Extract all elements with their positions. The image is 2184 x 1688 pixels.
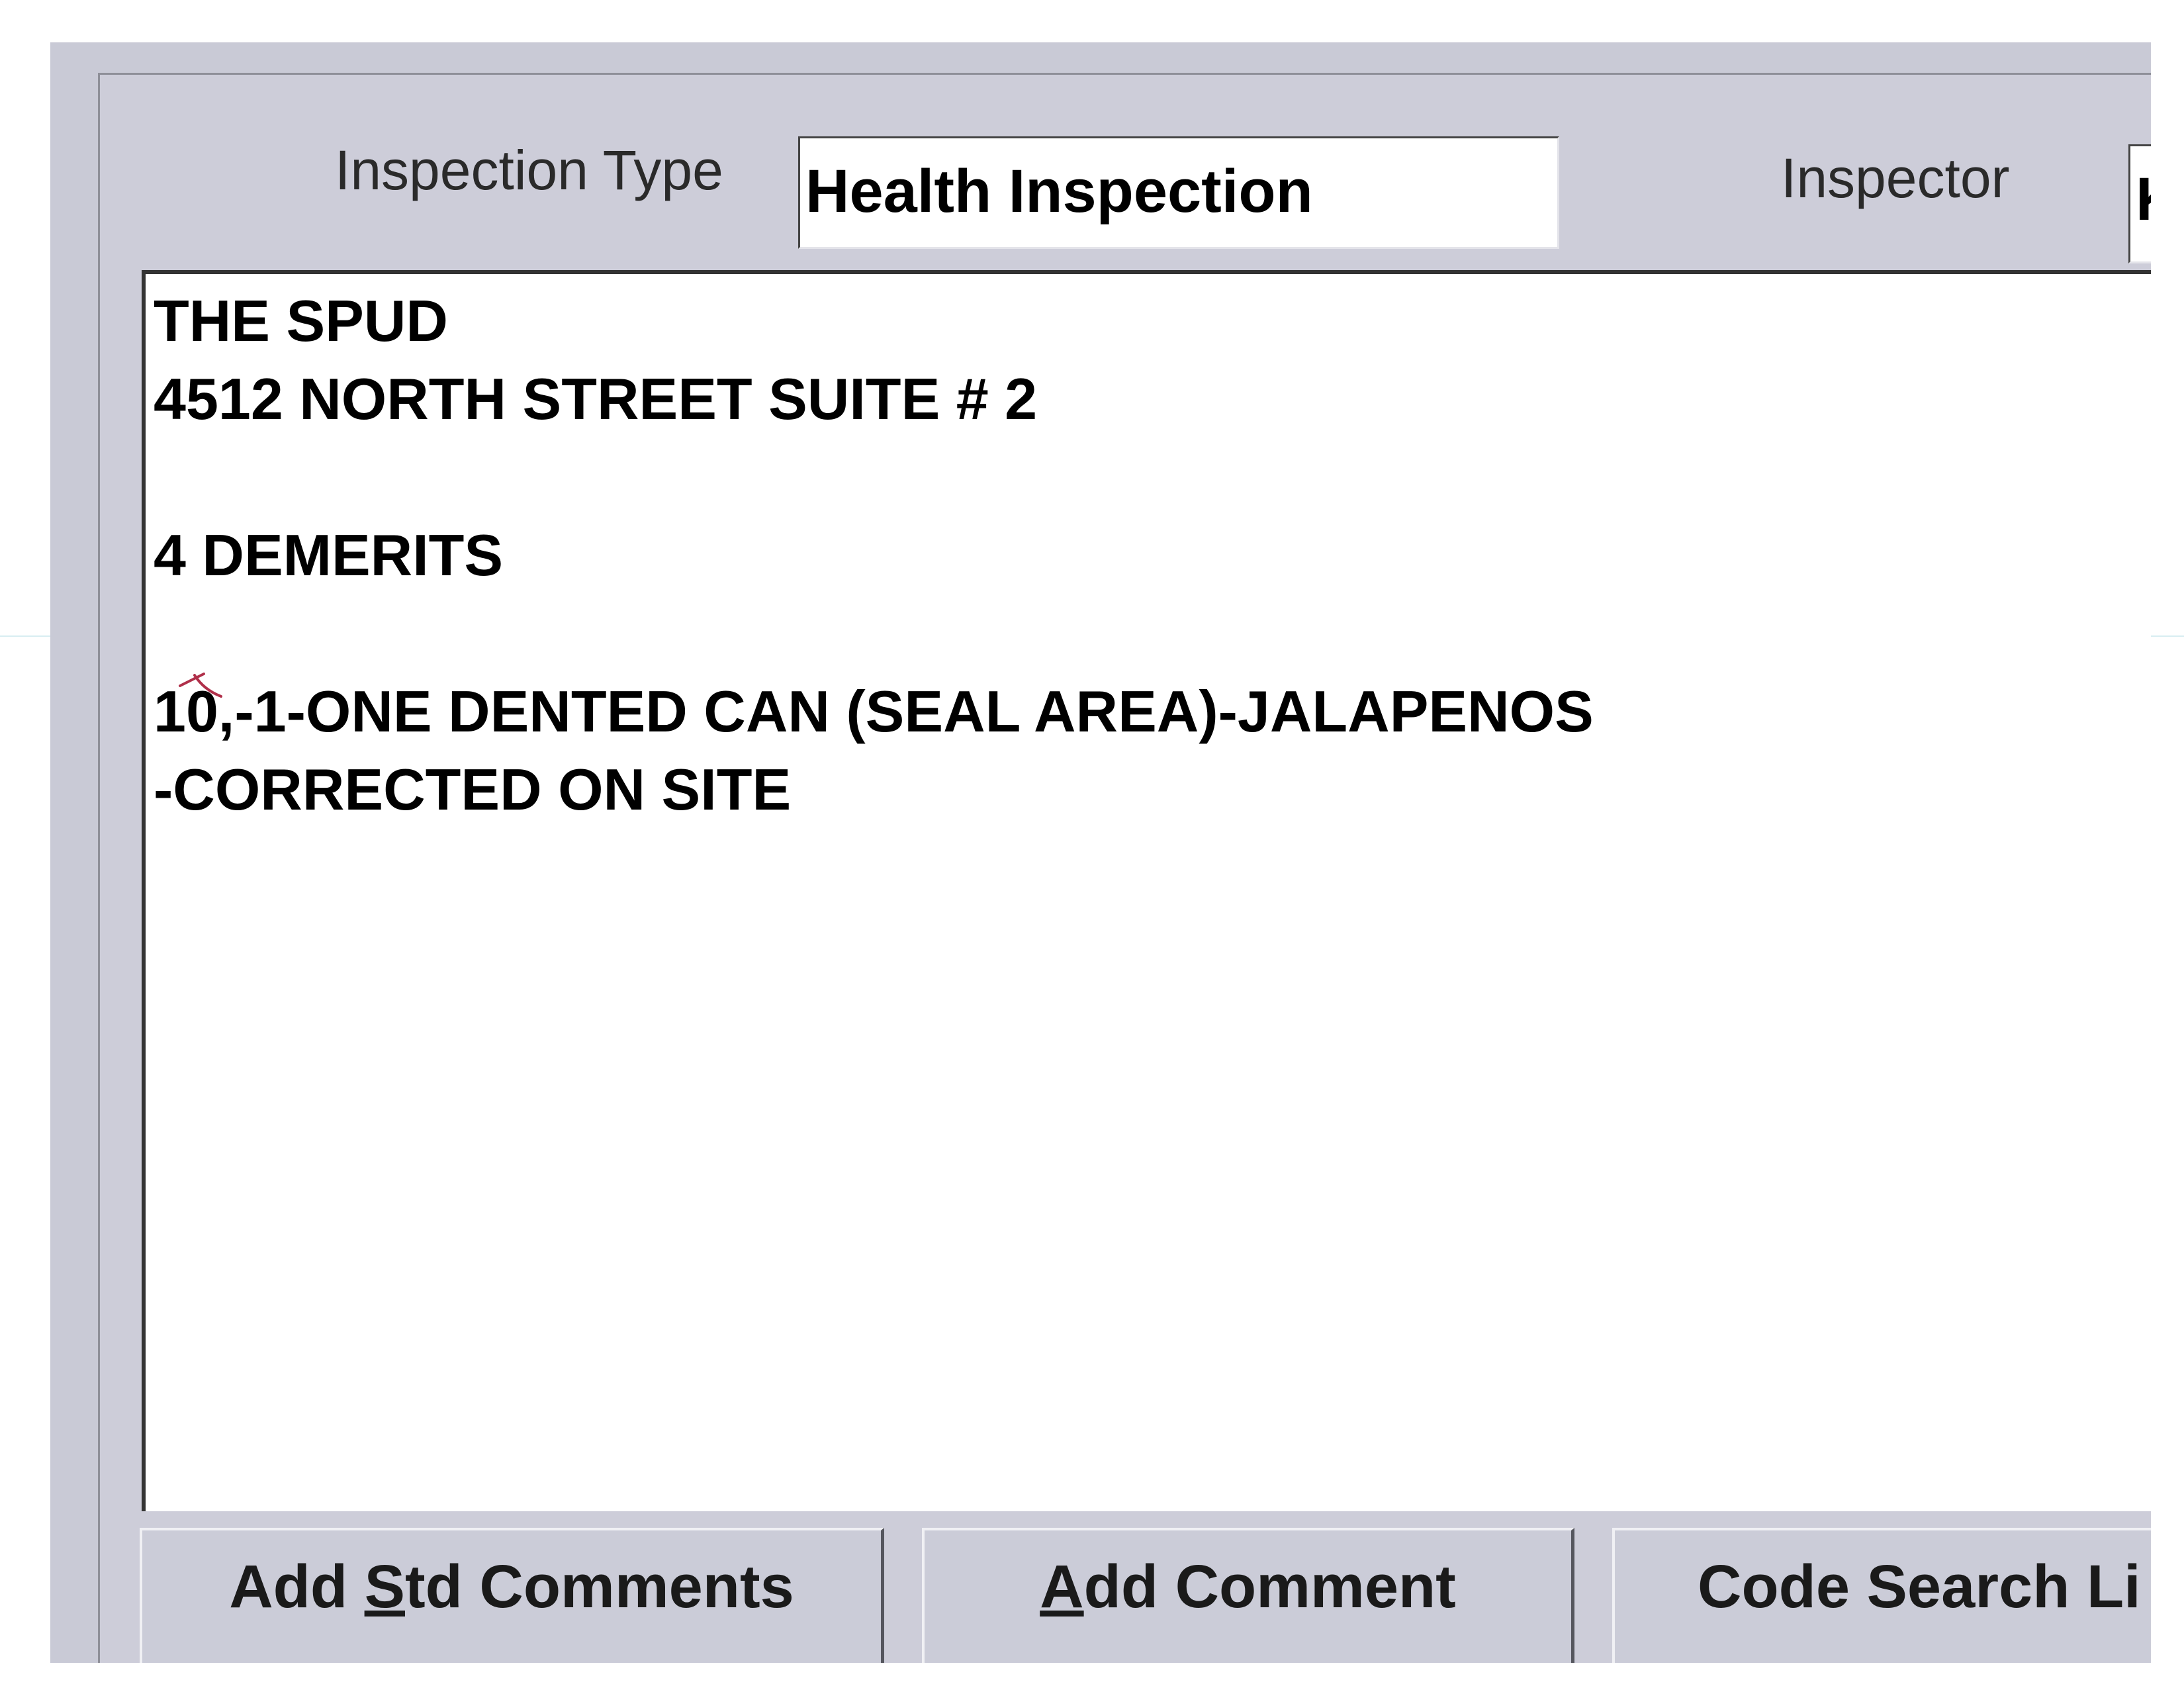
comments-textarea[interactable]: THE SPUD 4512 NORTH STREET SUITE # 2 4 D…	[142, 270, 2151, 1511]
add-std-comments-button[interactable]: Add Std Comments	[140, 1528, 884, 1663]
comment-line: THE SPUD	[154, 288, 448, 353]
inspection-panel: Inspection Type Health Inspection Inspec…	[98, 73, 2151, 1663]
add-comment-button[interactable]: Add Comment	[922, 1528, 1574, 1663]
inspection-type-label: Inspection Type	[335, 139, 723, 201]
comment-line: 4512 NORTH STREET SUITE # 2	[154, 366, 1038, 432]
comment-line: -CORRECTED ON SITE	[154, 757, 792, 822]
button-label: Code Search Li	[1698, 1553, 2141, 1620]
comment-line: 10,-1-ONE DENTED CAN (SEAL AREA)-JALAPEN…	[154, 679, 1594, 744]
comment-line: 4 DEMERITS	[154, 522, 504, 588]
comment-line	[154, 438, 2151, 516]
button-bar: Add Std Comments Add Comment Code Search…	[140, 1528, 2151, 1663]
button-label: Add	[229, 1553, 365, 1620]
button-label: dd Comment	[1083, 1553, 1456, 1620]
inspector-field[interactable]: Ke	[2128, 144, 2151, 263]
inspector-label: Inspector	[1781, 147, 2010, 209]
comment-line	[154, 594, 2151, 673]
mnemonic-key: A	[1040, 1553, 1084, 1620]
inspection-type-field[interactable]: Health Inspection	[798, 136, 1559, 249]
inspection-window: Inspection Type Health Inspection Inspec…	[50, 42, 2151, 1663]
mnemonic-key: S	[364, 1553, 405, 1620]
code-search-button[interactable]: Code Search Li	[1612, 1528, 2151, 1663]
button-label: td Comments	[404, 1553, 794, 1620]
